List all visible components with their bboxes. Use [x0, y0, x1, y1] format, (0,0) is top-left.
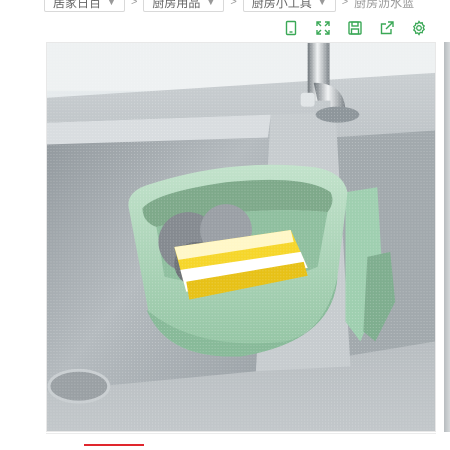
settings-icon [412, 20, 426, 36]
breadcrumb-item-kitchen-tools[interactable]: 厨房小工具 ▼ [242, 0, 336, 12]
phone-icon [285, 20, 297, 36]
chevron-down-icon: ▼ [107, 0, 116, 7]
chevron-down-icon: ▼ [206, 0, 216, 7]
image-toolbar [274, 14, 436, 42]
breadcrumb-current: 厨房沥水篮 [354, 0, 415, 10]
chevron-down-icon: ▼ [317, 0, 327, 7]
next-image-thumbnail[interactable] [444, 42, 450, 432]
breadcrumb-separator: > [341, 0, 349, 8]
breadcrumb-item-label: 厨房用品 [152, 0, 201, 10]
share-icon [380, 21, 394, 35]
breadcrumb-item-home-goods[interactable]: 居家日百 ▼ [44, 0, 125, 12]
breadcrumb-item-label: 居家日百 [53, 0, 102, 10]
breadcrumb-item-label: 厨房小工具 [251, 0, 312, 10]
active-tab-indicator [84, 444, 144, 446]
breadcrumb-separator: > [130, 0, 138, 8]
breadcrumb-separator: > [230, 0, 237, 8]
breadcrumb: 居家日百 ▼ > 厨房用品 ▼ > 厨房小工具 ▼ > 厨房沥水篮 [44, 0, 450, 12]
divider [46, 433, 436, 434]
save-button[interactable] [344, 17, 366, 39]
fullscreen-button[interactable] [312, 17, 334, 39]
expand-icon [316, 21, 330, 35]
product-photo [47, 43, 435, 431]
save-icon [348, 21, 362, 35]
breadcrumb-item-kitchen[interactable]: 厨房用品 ▼ [143, 0, 225, 12]
share-button[interactable] [376, 17, 398, 39]
product-image[interactable] [46, 42, 436, 432]
settings-button[interactable] [408, 17, 430, 39]
phone-view-button[interactable] [280, 17, 302, 39]
